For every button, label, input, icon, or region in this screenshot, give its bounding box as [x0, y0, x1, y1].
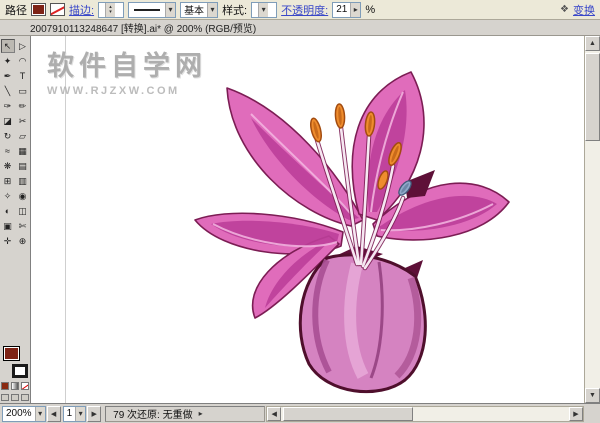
resize-grip: [585, 404, 600, 423]
path-label: 路径: [5, 2, 27, 18]
zoom-value: 200%: [6, 408, 32, 419]
artboard-edge: [65, 36, 66, 403]
eraser-tool-icon[interactable]: ◪: [1, 114, 15, 128]
dropdown-icon[interactable]: ▾: [75, 407, 85, 421]
lasso-tool-icon[interactable]: ◠: [16, 54, 30, 68]
dropdown-icon[interactable]: ▾: [165, 3, 175, 17]
stroke-panel-link[interactable]: 描边:: [69, 2, 94, 18]
artboard-tool-icon[interactable]: ▣: [1, 219, 15, 233]
control-bar: 路径 描边: ▴▾ ▾ 基本 ▾ 样式: ▾ 不透明度: 21 ▸ % ❖ 变换: [0, 0, 600, 20]
scroll-right-icon[interactable]: ▶: [569, 407, 583, 421]
status-indicator[interactable]: 79 次还原: 无重做 ▸: [105, 406, 265, 422]
document-tab-bar: 2007910113248647 [转换].ai* @ 200% (RGB/预览…: [0, 20, 600, 36]
pencil-tool-icon[interactable]: ✏: [16, 99, 30, 113]
brush-definition-value: 基本: [184, 2, 204, 17]
stroke-color-swatch[interactable]: [50, 3, 65, 16]
gradient-tool-icon[interactable]: ▥: [16, 174, 30, 188]
magic-wand-tool-icon[interactable]: ✦: [1, 54, 15, 68]
live-paint-selection-tool-icon[interactable]: ◫: [16, 204, 30, 218]
normal-screen-mode-button[interactable]: [1, 394, 9, 401]
next-artboard-icon[interactable]: ▶: [87, 406, 101, 422]
stroke-profile-preview: [134, 9, 160, 11]
scroll-down-icon[interactable]: ▼: [585, 388, 600, 403]
workspace: ↖▷✦◠✒T╲▭✑✏◪✂↻▱≈▦❋▤⊞▥✧◉◐◫▣✄✛⊕ 软件自学网 WWW.: [0, 36, 600, 403]
slice-tool-icon[interactable]: ✄: [16, 219, 30, 233]
horizontal-scroll-track[interactable]: [281, 407, 569, 421]
style-label: 样式:: [222, 2, 247, 18]
scroll-up-icon[interactable]: ▲: [585, 36, 600, 51]
scroll-left-icon[interactable]: ◀: [267, 407, 281, 421]
status-bar: 200% ▾ ◀ 1 ▾ ▶ 79 次还原: 无重做 ▸ ◀ ▶: [0, 403, 600, 423]
stroke-weight-spinner[interactable]: ▴▾: [105, 3, 115, 17]
full-screen-menu-mode-button[interactable]: [11, 394, 19, 401]
mesh-tool-icon[interactable]: ⊞: [1, 174, 15, 188]
artboard-number: 1: [67, 408, 73, 419]
eyedropper-tool-icon[interactable]: ✧: [1, 189, 15, 203]
stroke-weight-combo[interactable]: ▴▾: [98, 2, 124, 18]
dropdown-icon[interactable]: ▾: [35, 407, 45, 421]
vertical-scroll-track[interactable]: [585, 51, 600, 388]
horizontal-scroll-thumb[interactable]: [283, 407, 413, 421]
blend-tool-icon[interactable]: ◉: [16, 189, 30, 203]
vertical-scroll-thumb[interactable]: [585, 53, 600, 141]
brush-definition-combo[interactable]: 基本 ▾: [180, 2, 218, 18]
prev-artboard-icon[interactable]: ◀: [47, 406, 61, 422]
canvas[interactable]: 软件自学网 WWW.RJZXW.COM: [31, 36, 584, 403]
status-menu-icon[interactable]: ▸: [199, 409, 203, 418]
screen-mode-row: [0, 392, 30, 403]
dropdown-icon[interactable]: ▾: [207, 3, 217, 17]
line-tool-icon[interactable]: ╲: [1, 84, 15, 98]
recolor-artwork-icon[interactable]: ❖: [560, 4, 569, 15]
live-paint-bucket-tool-icon[interactable]: ◐: [1, 204, 15, 218]
width-tool-icon[interactable]: ≈: [1, 144, 15, 158]
zoom-tool-icon[interactable]: ⊕: [16, 234, 30, 248]
fill-color-swatch[interactable]: [31, 3, 46, 16]
fill-type-row: [0, 380, 30, 392]
color-fill-button[interactable]: [1, 382, 9, 390]
free-transform-tool-icon[interactable]: ▦: [16, 144, 30, 158]
stroke-profile-combo[interactable]: ▾: [128, 2, 176, 18]
toolbox-color-swatches: [0, 344, 30, 380]
spin-down-icon[interactable]: ▾: [109, 10, 112, 15]
scissors-tool-icon[interactable]: ✂: [16, 114, 30, 128]
dropdown-icon[interactable]: ▾: [258, 3, 268, 17]
scale-tool-icon[interactable]: ▱: [16, 129, 30, 143]
gradient-fill-button[interactable]: [11, 382, 19, 390]
hand-tool-icon[interactable]: ✛: [1, 234, 15, 248]
graph-tool-icon[interactable]: ▤: [16, 159, 30, 173]
artboard-combo[interactable]: 1 ▾: [63, 406, 87, 422]
rectangle-tool-icon[interactable]: ▭: [16, 84, 30, 98]
toolbox-fill-swatch[interactable]: [3, 346, 20, 361]
illustrator-window: 路径 描边: ▴▾ ▾ 基本 ▾ 样式: ▾ 不透明度: 21 ▸ % ❖ 变换: [0, 0, 600, 423]
opacity-unit-label: %: [365, 4, 375, 16]
submenu-icon[interactable]: ▸: [350, 3, 360, 17]
none-fill-button[interactable]: [21, 382, 29, 390]
zoom-combo[interactable]: 200% ▾: [2, 406, 46, 422]
undo-status-text: 79 次还原: 无重做: [113, 406, 192, 421]
opacity-value: 21: [336, 4, 347, 15]
horizontal-scrollbar[interactable]: ◀ ▶: [266, 406, 584, 422]
rotate-tool-icon[interactable]: ↻: [1, 129, 15, 143]
lily-flower-artwork[interactable]: [179, 62, 531, 403]
opacity-combo[interactable]: 21 ▸: [332, 2, 361, 18]
full-screen-mode-button[interactable]: [21, 394, 29, 401]
toolbox-stroke-swatch[interactable]: [12, 364, 28, 378]
opacity-link[interactable]: 不透明度:: [281, 2, 328, 18]
style-combo[interactable]: ▾: [251, 2, 277, 18]
type-tool-icon[interactable]: T: [16, 69, 30, 83]
symbol-sprayer-tool-icon[interactable]: ❋: [1, 159, 15, 173]
document-title: 2007910113248647 [转换].ai* @ 200% (RGB/预览…: [30, 20, 256, 35]
vertical-scrollbar[interactable]: ▲ ▼: [584, 36, 600, 403]
direct-selection-tool-icon[interactable]: ▷: [16, 39, 30, 53]
tools-grid: ↖▷✦◠✒T╲▭✑✏◪✂↻▱≈▦❋▤⊞▥✧◉◐◫▣✄✛⊕: [0, 39, 30, 248]
selection-tool-icon[interactable]: ↖: [1, 39, 15, 53]
toolbox: ↖▷✦◠✒T╲▭✑✏◪✂↻▱≈▦❋▤⊞▥✧◉◐◫▣✄✛⊕: [0, 36, 31, 403]
pen-tool-icon[interactable]: ✒: [1, 69, 15, 83]
paintbrush-tool-icon[interactable]: ✑: [1, 99, 15, 113]
transform-link[interactable]: 变换: [573, 2, 595, 18]
